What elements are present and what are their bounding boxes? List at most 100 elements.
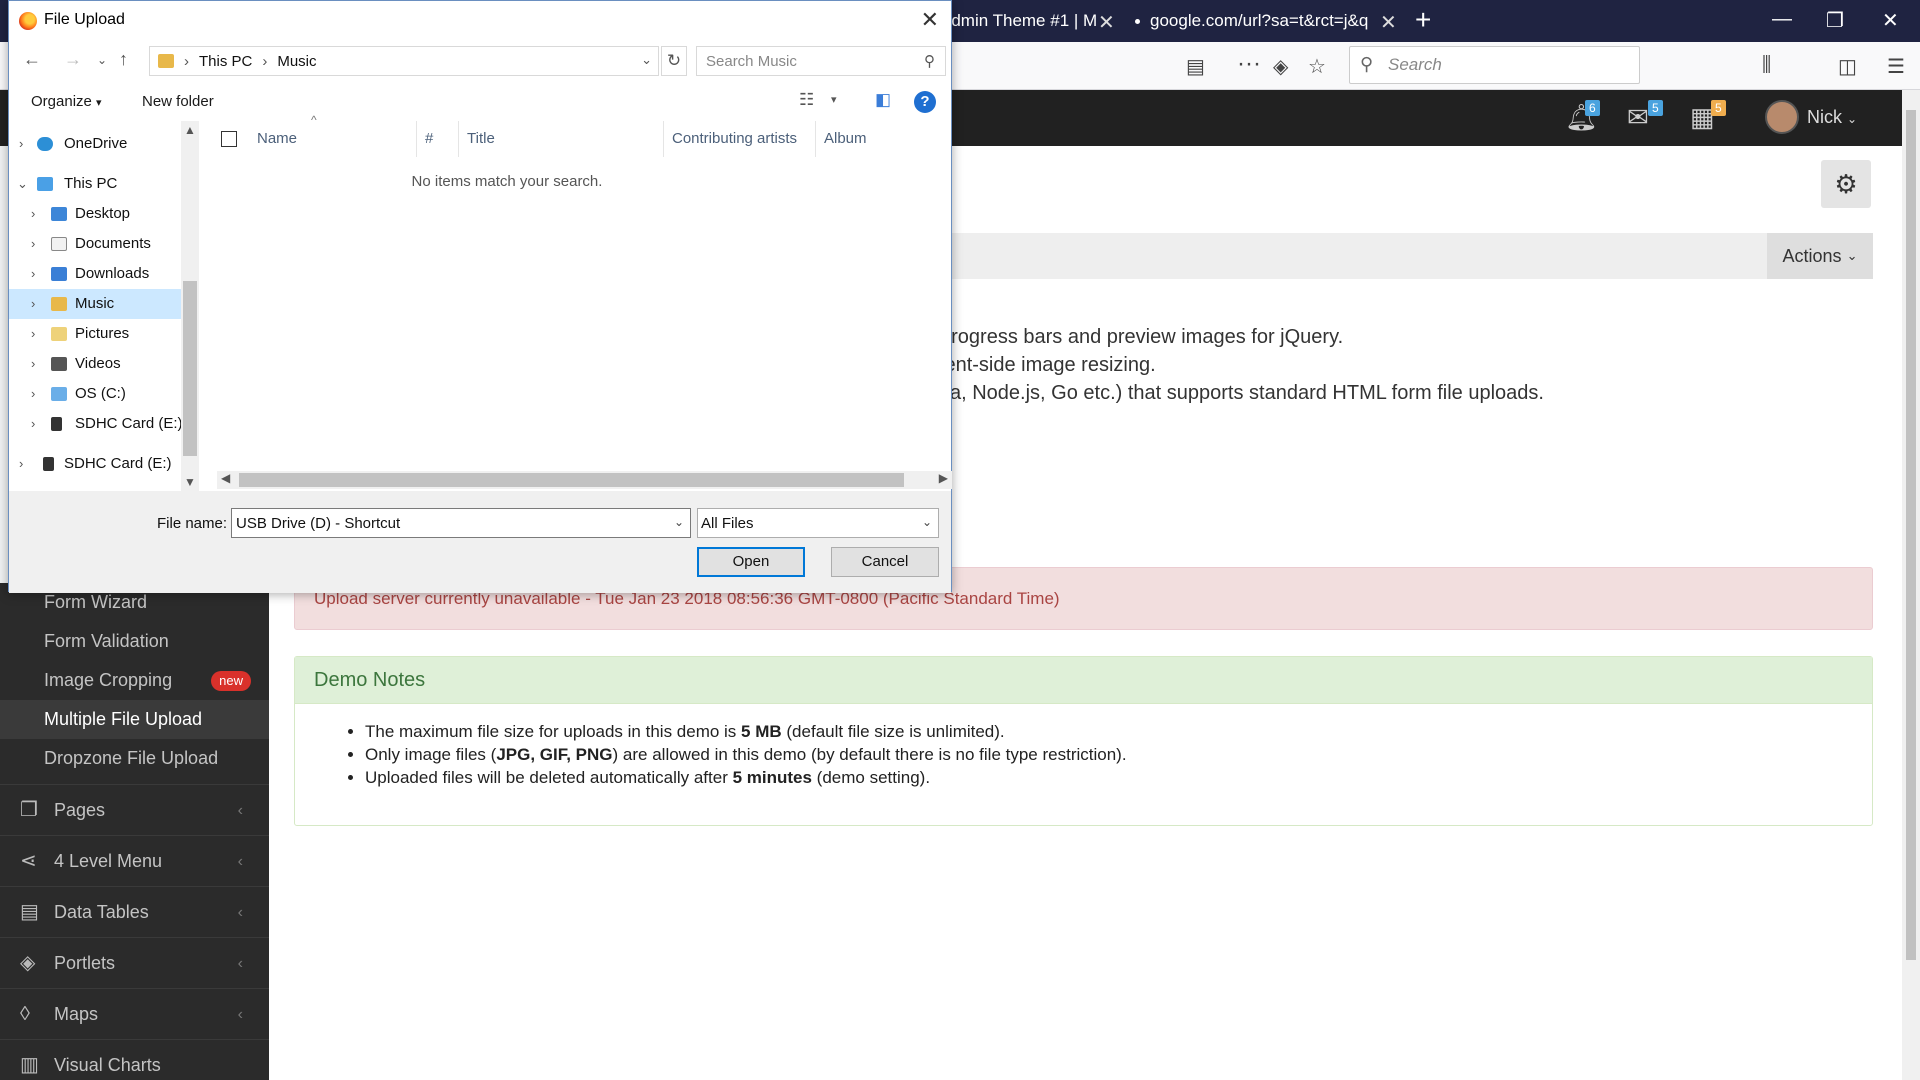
chevron-down-icon[interactable]: ⌄ <box>641 52 652 68</box>
nav-item-videos[interactable]: › Videos <box>9 349 181 379</box>
chevron-down-icon[interactable]: ⌄ <box>674 515 684 529</box>
envelope-icon[interactable]: ✉ <box>1627 102 1649 133</box>
nav-item-music[interactable]: › Music <box>9 289 181 319</box>
library-icon[interactable]: ⫼ <box>1762 54 1771 77</box>
music-folder-icon <box>51 297 67 311</box>
recent-locations-chevron-icon[interactable]: ⌄ <box>97 53 107 67</box>
scroll-left-icon[interactable]: ◀ <box>221 471 230 485</box>
nav-pane-scrollbar[interactable]: ▲ ▼ <box>181 121 199 491</box>
more-actions-icon[interactable]: ··· <box>1237 50 1261 78</box>
sidebar-item-data-tables[interactable]: ▤ Data Tables ‹ <box>0 886 269 937</box>
settings-gear-icon[interactable]: ⚙ <box>1821 160 1871 208</box>
page-scrollbar[interactable] <box>1902 90 1920 1080</box>
up-arrow-icon[interactable]: ↑ <box>119 49 128 70</box>
chevron-down-icon[interactable]: ⌄ <box>922 515 932 529</box>
avatar[interactable] <box>1765 100 1799 134</box>
column-header-title[interactable]: Title <box>459 121 664 157</box>
scroll-up-icon[interactable]: ▲ <box>184 123 196 137</box>
sidebar-item-pages[interactable]: ❐ Pages ‹ <box>0 784 269 835</box>
chevron-right-icon[interactable]: › <box>31 319 35 349</box>
file-list-hscrollbar[interactable]: ◀ ▶ <box>217 471 952 489</box>
scroll-right-icon[interactable]: ▶ <box>939 471 948 485</box>
page-scrollbar-thumb[interactable] <box>1906 110 1916 960</box>
column-header-name[interactable]: Name <box>249 121 417 157</box>
reader-view-icon[interactable]: ▤ <box>1186 54 1205 79</box>
help-icon[interactable]: ? <box>914 91 936 113</box>
scroll-down-icon[interactable]: ▼ <box>184 475 196 489</box>
address-breadcrumb[interactable]: › This PC › Music ⌄ <box>149 46 659 76</box>
notifications-badge: 6 <box>1585 100 1600 116</box>
close-tab-icon[interactable]: ✕ <box>1098 10 1115 35</box>
sidebar-item-visual-charts[interactable]: ▥ Visual Charts <box>0 1039 269 1080</box>
minimize-icon[interactable]: — <box>1772 8 1792 31</box>
file-name-field[interactable]: USB Drive (D) - Shortcut ⌄ <box>231 508 691 538</box>
new-tab-icon[interactable]: + <box>1415 4 1431 36</box>
chevron-right-icon[interactable]: › <box>31 349 35 379</box>
nav-item-desktop[interactable]: › Desktop <box>9 199 181 229</box>
sidebar-item-form-validation[interactable]: Form Validation <box>0 622 269 661</box>
file-type-select[interactable]: All Files ⌄ <box>697 508 939 538</box>
sidebar-item-multiple-file-upload[interactable]: Multiple File Upload <box>0 700 269 739</box>
bookmark-star-icon[interactable]: ☆ <box>1308 54 1326 79</box>
column-header-number[interactable]: # <box>417 121 459 157</box>
actions-button[interactable]: Actions ⌄ <box>1767 233 1873 279</box>
chevron-down-icon[interactable]: ⌄ <box>17 169 28 199</box>
chevron-right-icon[interactable]: › <box>31 379 35 409</box>
nav-item-documents[interactable]: › Documents <box>9 229 181 259</box>
chevron-down-icon[interactable]: ▾ <box>831 93 837 106</box>
breadcrumb-this-pc[interactable]: This PC <box>199 53 252 70</box>
sidebar-item-image-cropping[interactable]: Image Cropping new <box>0 661 269 700</box>
select-all-checkbox[interactable] <box>221 131 237 147</box>
menu-icon[interactable]: ☰ <box>1887 54 1905 79</box>
sidebar-item-label: Maps <box>54 1004 99 1024</box>
nav-item-downloads[interactable]: › Downloads <box>9 259 181 289</box>
back-arrow-icon[interactable]: ← <box>23 49 41 70</box>
sidebar-item-4-level-menu[interactable]: ⋖ 4 Level Menu ‹ <box>0 835 269 886</box>
close-window-icon[interactable]: ✕ <box>1882 8 1899 33</box>
close-tab-icon[interactable]: ✕ <box>1380 10 1397 35</box>
close-icon[interactable]: ✕ <box>921 7 939 33</box>
chevron-right-icon[interactable]: › <box>19 449 23 479</box>
forward-arrow-icon[interactable]: → <box>64 49 82 70</box>
browser-tab-google[interactable]: google.com/url?sa=t&rct=j&q <box>1135 0 1405 42</box>
new-folder-button[interactable]: New folder <box>142 93 214 110</box>
nav-item-os-c[interactable]: › OS (C:) <box>9 379 181 409</box>
restore-icon[interactable]: ❐ <box>1826 8 1844 33</box>
nav-item-onedrive[interactable]: › OneDrive <box>9 129 181 159</box>
browser-tab-admin[interactable]: Admin Theme #1 | M <box>940 0 1120 42</box>
pocket-icon[interactable]: ◈ <box>1273 54 1288 79</box>
chevron-right-icon[interactable]: › <box>31 259 35 289</box>
tab-title: Admin Theme #1 | M <box>940 11 1098 30</box>
chevron-right-icon[interactable]: › <box>31 229 35 259</box>
view-options-icon[interactable]: ☷ <box>799 90 814 110</box>
breadcrumb-music[interactable]: Music <box>277 53 316 70</box>
chevron-right-icon[interactable]: › <box>31 289 35 319</box>
cancel-button[interactable]: Cancel <box>831 547 939 577</box>
nav-pane-scrollbar-thumb[interactable] <box>183 281 197 456</box>
screen: { "browser": { "tabs": [ {"title": "Admi… <box>0 0 1920 1080</box>
dialog-search-input[interactable]: Search Music ⚲ <box>696 46 946 76</box>
refresh-icon[interactable]: ↻ <box>661 46 687 76</box>
column-header-album[interactable]: Album <box>816 121 946 157</box>
web-search-input[interactable]: ⚲ Search <box>1349 46 1640 84</box>
sidebar-toggle-icon[interactable]: ◫ <box>1838 54 1857 79</box>
user-menu[interactable]: Nick ⌄ <box>1807 107 1857 128</box>
chevron-right-icon[interactable]: › <box>19 129 23 159</box>
nav-item-this-pc[interactable]: ⌄ This PC <box>9 169 181 199</box>
nav-item-pictures[interactable]: › Pictures <box>9 319 181 349</box>
open-button[interactable]: Open <box>697 547 805 577</box>
sidebar-item-label: 4 Level Menu <box>54 851 163 871</box>
nav-item-sdhc-card[interactable]: › SDHC Card (E:) <box>9 409 183 439</box>
share-icon: ⋖ <box>20 850 37 872</box>
organize-button[interactable]: Organize ▾ <box>31 93 102 110</box>
nav-item-sdhc-card-root[interactable]: › SDHC Card (E:) <box>9 449 181 479</box>
drive-icon <box>51 387 67 401</box>
preview-pane-icon[interactable]: ◧ <box>875 90 891 110</box>
sidebar-item-dropzone-file-upload[interactable]: Dropzone File Upload <box>0 739 269 778</box>
chevron-right-icon[interactable]: › <box>31 199 35 229</box>
sidebar-item-portlets[interactable]: ◈ Portlets ‹ <box>0 937 269 988</box>
file-list-hscrollbar-thumb[interactable] <box>239 473 904 487</box>
column-header-contributing-artists[interactable]: Contributing artists <box>664 121 816 157</box>
chevron-right-icon[interactable]: › <box>31 409 35 439</box>
sidebar-item-maps[interactable]: ◊ Maps ‹ <box>0 988 269 1039</box>
